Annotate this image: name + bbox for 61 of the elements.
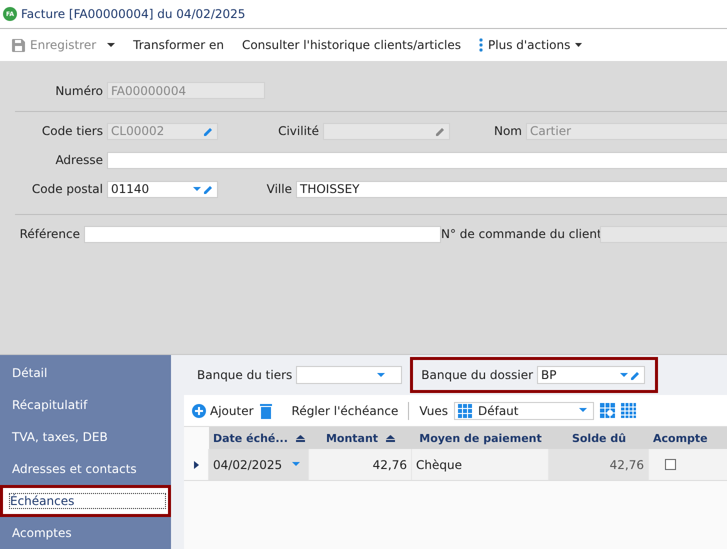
sort-icon[interactable] (386, 434, 396, 442)
sidebar-item[interactable]: Échéances (0, 485, 171, 517)
field-label: Ville (266, 182, 293, 196)
field-label: Numéro (54, 84, 104, 98)
field-label: Adresse (54, 153, 104, 168)
field-label: Civilité (277, 124, 320, 138)
dropdown-icon[interactable] (193, 186, 201, 192)
toolbar-button[interactable]: Transformer en (127, 36, 230, 54)
sort-icon[interactable] (296, 434, 305, 442)
window-title: Facture [FA00000004] du 04/02/2025 (21, 7, 246, 22)
sidebar-item[interactable]: Acomptes (0, 517, 171, 549)
grid-layout-icon[interactable] (620, 403, 636, 418)
column-header[interactable]: Solde dû (549, 427, 649, 449)
view-dropdown[interactable]: Défaut (454, 402, 594, 420)
field-label: Code postal (30, 182, 104, 196)
checkbox[interactable] (665, 459, 676, 470)
sidebar-item[interactable]: Détail (0, 357, 171, 389)
more-actions-button[interactable]: Plus d'actions (473, 36, 588, 54)
column-header[interactable]: Acompte (649, 427, 710, 449)
caret-icon (575, 43, 582, 48)
edit-icon[interactable] (630, 370, 642, 380)
sidebar-item[interactable]: TVA, taxes, DEB (0, 421, 171, 453)
field-label: Nom (492, 124, 523, 138)
column-header[interactable]: Montant (309, 427, 412, 449)
address-field[interactable] (107, 152, 727, 169)
dropdown-icon[interactable] (292, 462, 300, 467)
field-label: Référence (18, 227, 81, 242)
field-label: Code tiers (40, 124, 104, 138)
company-bank-dropdown[interactable]: BP (537, 366, 646, 384)
table-cell: 42,76 (549, 449, 649, 480)
add-button[interactable]: Ajouter (192, 404, 254, 418)
column-header[interactable]: Date éché... (209, 427, 309, 449)
field-label: N° de commande du client (441, 227, 600, 242)
delete-icon[interactable] (260, 402, 272, 418)
postal-code-field[interactable]: 01140 (107, 180, 218, 198)
edit-icon[interactable] (203, 126, 214, 137)
column-header[interactable]: Moyen de paiement (412, 427, 549, 449)
field-label: Banque du dossier (421, 368, 534, 382)
sidebar-item[interactable]: Récapitulatif (0, 389, 171, 421)
grid-settings-icon[interactable] (600, 403, 615, 418)
toolbar-button[interactable]: Consulter l'historique clients/articles (236, 36, 468, 54)
sidebar-item[interactable]: Adresses et contacts (0, 453, 171, 485)
more-icon (479, 38, 484, 52)
settle-button[interactable]: Régler l'échéance (292, 404, 398, 418)
edit-icon[interactable] (435, 126, 446, 137)
dropdown-icon[interactable] (620, 372, 628, 378)
caret-icon (107, 42, 116, 48)
reference-field[interactable] (84, 226, 441, 243)
table-cell[interactable]: 04/02/2025 (209, 449, 309, 480)
dropdown-icon[interactable] (377, 372, 386, 378)
grid-icon (458, 404, 472, 418)
field-label: Banque du tiers (197, 368, 292, 382)
table-cell: 42,76 (309, 449, 412, 480)
title-field[interactable] (323, 122, 450, 140)
row-pointer-icon (194, 460, 198, 468)
plus-icon (192, 404, 206, 418)
dropdown-icon (578, 408, 587, 413)
save-icon (12, 38, 25, 52)
edit-icon[interactable] (203, 184, 214, 195)
city-field[interactable]: THOISSEY (296, 180, 727, 198)
views-label: Vues (419, 404, 448, 418)
